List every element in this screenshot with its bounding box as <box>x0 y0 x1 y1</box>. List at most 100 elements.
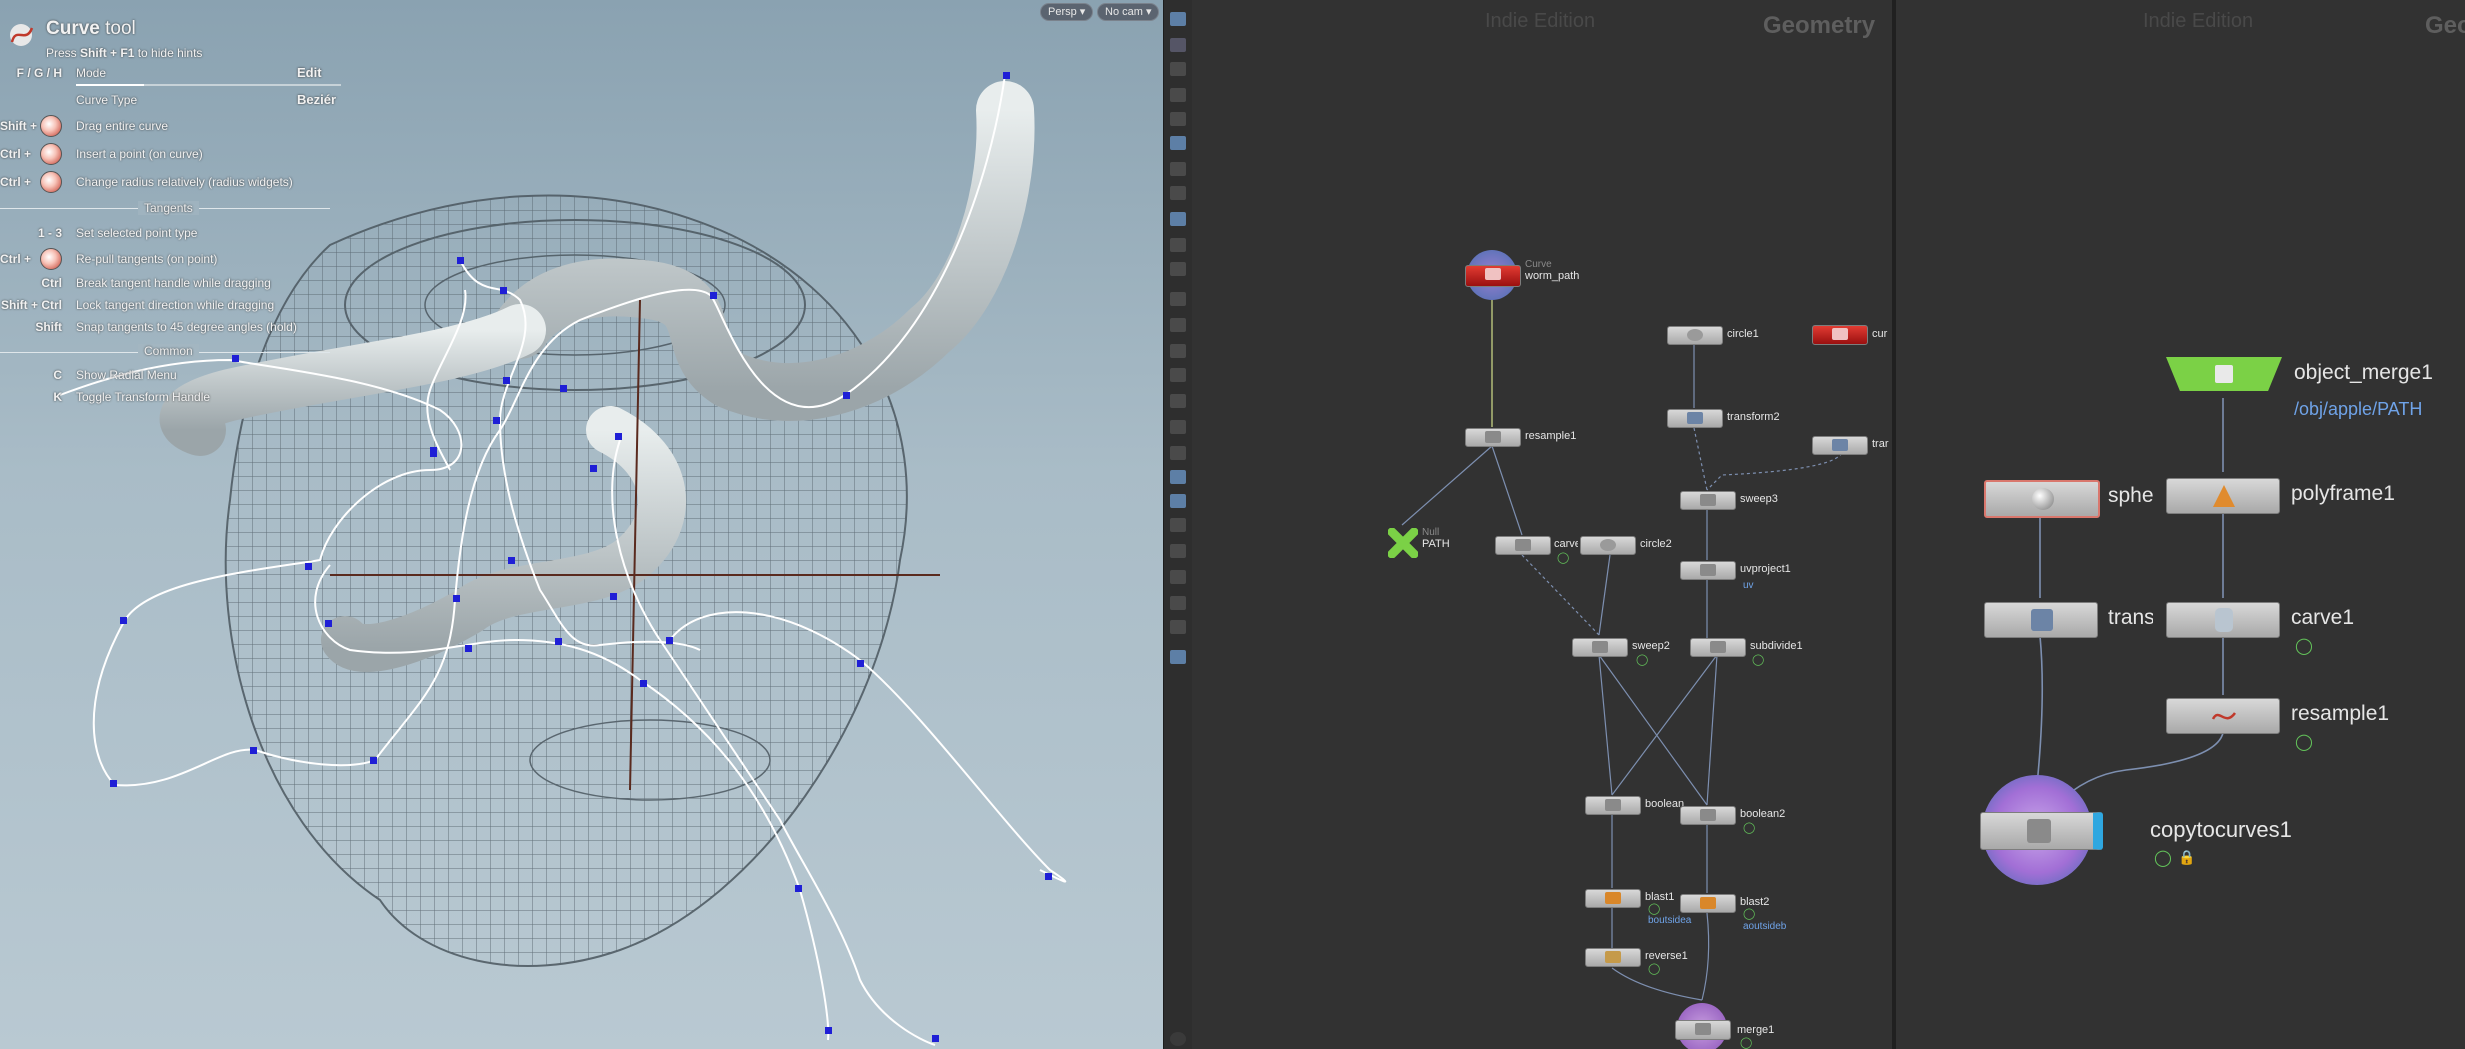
node-name: cur <box>1872 328 1888 340</box>
polyframe-icon <box>2213 485 2235 507</box>
subdivide-icon <box>1710 641 1726 653</box>
numbers-icon[interactable] <box>1170 368 1186 382</box>
node-resample1[interactable] <box>1465 428 1521 447</box>
normal-icon[interactable] <box>1170 318 1186 332</box>
hint-desc: Snap tangents to 45 degree angles (hold) <box>76 320 297 334</box>
display-flag-icon: ◯ <box>1752 653 1765 666</box>
node-wires <box>2035 398 2224 806</box>
brush-icon[interactable] <box>1170 470 1186 484</box>
info-icon[interactable] <box>1170 1032 1186 1046</box>
node-transform2[interactable] <box>1667 409 1723 428</box>
node-trar[interactable] <box>1812 436 1868 455</box>
curve-node-icon <box>1485 268 1501 280</box>
point-icon[interactable] <box>1170 292 1186 306</box>
light-icon[interactable] <box>1170 136 1186 150</box>
display-options-icon[interactable] <box>1170 12 1186 26</box>
display-flag-icon: ◯ <box>1636 653 1649 666</box>
node-path-null[interactable] <box>1387 527 1419 559</box>
corner-icon[interactable] <box>1170 446 1186 460</box>
vector-icon[interactable] <box>1170 344 1186 358</box>
pin-icon[interactable] <box>1170 650 1186 664</box>
scene-icon[interactable] <box>1170 620 1186 634</box>
hat-icon[interactable] <box>1170 394 1186 408</box>
node-worm-path[interactable] <box>1465 265 1521 287</box>
scene-viewport[interactable]: Persp ▾ No cam ▾ Curve tool Press Shift … <box>0 0 1163 1049</box>
display-flag-icon: ◯ <box>1743 821 1756 834</box>
checker-icon[interactable] <box>1170 494 1186 508</box>
node-sweep2[interactable] <box>1572 638 1628 657</box>
node-object-merge1[interactable] <box>2166 357 2282 391</box>
node-reverse1[interactable] <box>1585 948 1641 967</box>
sphere-icon[interactable] <box>1170 112 1186 126</box>
hint-key: Shift + <box>0 119 38 133</box>
node-carve[interactable] <box>1495 536 1551 555</box>
hint-value: Beziér <box>297 92 337 107</box>
reverse-icon <box>1605 951 1621 963</box>
node-subdivide1[interactable] <box>1690 638 1746 657</box>
node-boolean1[interactable] <box>1585 796 1641 815</box>
hint-key: Ctrl <box>41 276 62 290</box>
bulb-outline-icon[interactable] <box>1170 186 1186 200</box>
sweep-icon <box>1592 641 1608 653</box>
hint-key: C <box>53 368 62 382</box>
hint-desc: Insert a point (on curve) <box>76 147 203 161</box>
lock-icon[interactable]: 🔒 <box>2178 850 2195 866</box>
node-boolean2[interactable] <box>1680 806 1736 825</box>
diamond-icon[interactable] <box>1170 518 1186 532</box>
node-polyframe1[interactable] <box>2166 478 2280 514</box>
node-name: uvproject1 <box>1740 563 1791 575</box>
network-editor-right[interactable]: Indie Edition Geomet object_merge1 /obj/… <box>1896 0 2465 1049</box>
node-merge1[interactable] <box>1675 1020 1731 1040</box>
display-flag-icon: ◯ <box>1557 551 1570 564</box>
boolean-icon <box>1700 809 1716 821</box>
camera-menu[interactable]: No cam ▾ <box>1097 3 1160 21</box>
camera-icon[interactable] <box>1170 88 1186 102</box>
node-type-label: Curve <box>1525 259 1552 270</box>
node-carve1[interactable] <box>2166 602 2280 638</box>
node-wires <box>1401 300 1843 1001</box>
circle-icon <box>1687 329 1703 341</box>
node-blast2[interactable] <box>1680 894 1736 913</box>
snap-icon[interactable] <box>1170 38 1186 52</box>
display-flag-icon: ◯ <box>1743 907 1756 920</box>
network-editor-left[interactable]: Indie Edition Geometry Curve worm_path r… <box>1192 0 1892 1049</box>
transform-icon <box>1832 439 1848 451</box>
mode-slider <box>76 84 341 86</box>
node-copytocurves1[interactable] <box>1980 812 2103 850</box>
node-name: carve1 <box>2291 606 2355 629</box>
link-icon[interactable] <box>1170 544 1186 558</box>
display-flag-icon: ◯ <box>2295 636 2313 655</box>
node-transform[interactable] <box>1984 602 2098 638</box>
perspective-menu[interactable]: Persp ▾ <box>1040 3 1094 21</box>
lock-icon[interactable] <box>1170 62 1186 76</box>
node-uvproject1[interactable] <box>1680 561 1736 580</box>
hint-desc: Show Radial Menu <box>76 368 177 382</box>
node-name: trar <box>1872 438 1889 450</box>
node-cur[interactable] <box>1812 325 1868 345</box>
curve-node-icon <box>1832 328 1848 340</box>
hide-hints-note: Press Shift + F1 to hide hints <box>46 46 202 60</box>
mouse-left-icon <box>40 143 62 165</box>
node-blast1[interactable] <box>1585 889 1641 908</box>
texture-icon[interactable] <box>1170 420 1186 434</box>
null-icon <box>1387 527 1419 559</box>
hint-desc: Drag entire curve <box>76 119 169 133</box>
stop-icon[interactable] <box>1170 596 1186 610</box>
node-name: carve <box>1554 538 1578 550</box>
transform-icon <box>2031 609 2053 631</box>
bulb-icon[interactable] <box>1170 162 1186 176</box>
node-sphere[interactable] <box>1984 480 2100 518</box>
axis-icon[interactable] <box>1170 570 1186 584</box>
node-circle2[interactable] <box>1580 536 1636 555</box>
node-sweep3[interactable] <box>1680 491 1736 510</box>
node-circle1[interactable] <box>1667 326 1723 345</box>
display-mode-icon[interactable] <box>1170 238 1186 252</box>
node-resample1[interactable] <box>2166 698 2280 734</box>
hint-desc: Break tangent handle while dragging <box>76 276 271 290</box>
wireframe-icon[interactable] <box>1170 262 1186 276</box>
tool-title: Curve tool <box>46 18 136 40</box>
node-name: merge1 <box>1737 1024 1775 1036</box>
node-name: reverse1 <box>1645 950 1688 962</box>
carve-icon <box>2215 608 2233 632</box>
grid-icon[interactable] <box>1170 212 1186 226</box>
